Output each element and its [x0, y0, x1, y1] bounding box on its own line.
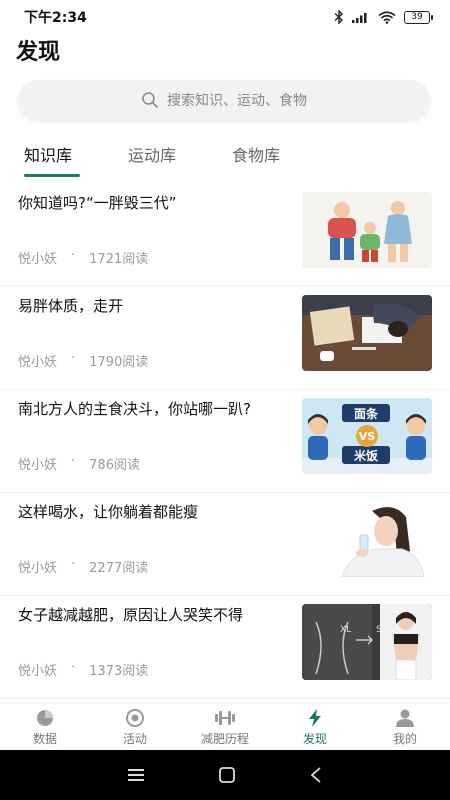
- article-item[interactable]: 南北方人的主食决斗，你站哪一趴? 悦小妖 · 786阅读 面条 VS 米饭: [0, 390, 450, 493]
- nav-label: 减肥历程: [200, 731, 249, 746]
- article-item[interactable]: 这样喝水，让你躺着都能瘦 悦小妖 · 2277阅读: [0, 493, 450, 596]
- article-meta: 悦小妖 · 786阅读: [18, 454, 140, 473]
- article-author: 悦小妖: [18, 458, 58, 473]
- article-read-count: 2277阅读: [89, 561, 149, 576]
- status-bar: 下午2:34 ıl 39: [0, 0, 450, 34]
- system-nav-bar: [0, 750, 450, 800]
- article-read-count: 1790阅读: [89, 355, 149, 370]
- article-read-count: 1373阅读: [89, 664, 149, 679]
- article-title: 你知道吗?“一胖毁三代”: [18, 194, 177, 212]
- person-icon: [396, 709, 414, 727]
- article-title: 女子越减越肥，原因让人哭笑不得: [18, 606, 244, 624]
- signal-icon: ıl: [352, 12, 367, 23]
- article-author: 悦小妖: [18, 561, 58, 576]
- tab-food[interactable]: 食物库: [232, 142, 280, 166]
- status-time: 下午2:34: [24, 10, 87, 26]
- tab-exercise[interactable]: 运动库: [128, 142, 176, 166]
- tab-active-indicator: [24, 174, 80, 177]
- thumb-label-xl: XL: [340, 625, 351, 635]
- nav-item-activity[interactable]: 活动: [90, 704, 180, 750]
- article-author: 悦小妖: [18, 664, 58, 679]
- meta-separator: ·: [71, 660, 76, 675]
- nav-label: 发现: [302, 731, 327, 746]
- article-title: 这样喝水，让你躺着都能瘦: [18, 503, 199, 521]
- home-icon[interactable]: [219, 767, 235, 783]
- lightning-icon: [309, 708, 321, 727]
- nav-label: 活动: [122, 731, 147, 746]
- pie-chart-icon: [37, 709, 53, 726]
- article-item[interactable]: 女子越减越肥，原因让人哭笑不得 悦小妖 · 1373阅读 XL S: [0, 596, 450, 699]
- nav-item-profile[interactable]: 我的: [360, 704, 450, 750]
- article-thumbnail: [302, 192, 432, 268]
- thumb-label-bottom: 米饭: [354, 448, 378, 463]
- search-input[interactable]: 搜索知识、运动、食物: [18, 80, 430, 120]
- battery-indicator: 39: [404, 10, 433, 24]
- article-thumbnail: [302, 295, 432, 371]
- target-icon: [126, 708, 144, 727]
- article-title: 易胖体质，走开: [18, 297, 124, 315]
- page-title: 发现: [16, 40, 61, 65]
- nav-label: 数据: [32, 731, 57, 746]
- article-thumbnail: 面条 VS 米饭: [302, 398, 432, 474]
- meta-separator: ·: [71, 454, 76, 469]
- article-item[interactable]: 你知道吗?“一胖毁三代” 悦小妖 · 1721阅读: [0, 184, 450, 287]
- article-thumbnail: XL S: [302, 604, 432, 680]
- article-meta: 悦小妖 · 1373阅读: [18, 660, 148, 679]
- article-read-count: 1721阅读: [89, 252, 149, 267]
- thumb-label-top: 面条: [354, 406, 379, 421]
- back-icon[interactable]: [310, 767, 322, 783]
- article-meta: 悦小妖 · 1721阅读: [18, 248, 148, 267]
- bluetooth-icon: [334, 10, 344, 24]
- article-author: 悦小妖: [18, 252, 58, 267]
- tab-knowledge[interactable]: 知识库: [24, 142, 72, 166]
- menu-icon[interactable]: [127, 768, 144, 782]
- wifi-icon: [378, 10, 396, 24]
- status-icons: ıl 39: [334, 10, 433, 24]
- article-meta: 悦小妖 · 1790阅读: [18, 351, 148, 370]
- article-item[interactable]: 易胖体质，走开 悦小妖 · 1790阅读: [0, 287, 450, 390]
- thumb-label-mid: VS: [359, 430, 376, 443]
- article-title: 南北方人的主食决斗，你站哪一趴?: [18, 400, 251, 418]
- meta-separator: ·: [71, 351, 76, 366]
- article-thumbnail: [302, 501, 432, 577]
- nav-item-discover[interactable]: 发现: [270, 704, 360, 750]
- article-author: 悦小妖: [18, 355, 58, 370]
- library-tabs: 知识库 运动库 食物库: [0, 138, 450, 178]
- article-meta: 悦小妖 · 2277阅读: [18, 557, 148, 576]
- dumbbell-icon: [215, 710, 235, 725]
- search-icon: [142, 92, 158, 108]
- article-read-count: 786阅读: [89, 458, 140, 473]
- bottom-nav: 数据 活动 减肥历程 发现 我的: [0, 704, 450, 750]
- nav-item-data[interactable]: 数据: [0, 704, 90, 750]
- search-placeholder: 搜索知识、运动、食物: [167, 93, 307, 109]
- nav-item-progress[interactable]: 减肥历程: [180, 704, 270, 750]
- nav-label: 我的: [392, 731, 417, 746]
- meta-separator: ·: [71, 248, 76, 263]
- svg-text:ıl: ıl: [364, 12, 366, 17]
- meta-separator: ·: [71, 557, 76, 572]
